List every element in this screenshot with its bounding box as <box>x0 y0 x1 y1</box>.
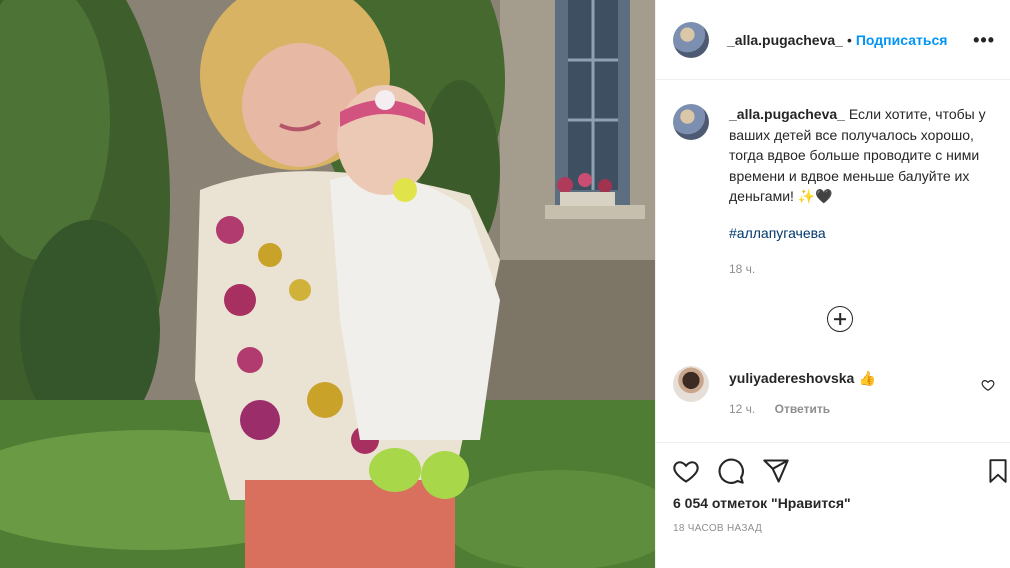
caption-avatar[interactable] <box>673 104 709 140</box>
post-photo[interactable] <box>0 0 655 568</box>
caption-username[interactable]: _alla.pugacheva_ <box>729 106 845 122</box>
save-bookmark-icon[interactable] <box>985 457 1010 485</box>
commenter-avatar[interactable] <box>673 366 709 402</box>
post-side-panel: _alla.pugacheva_ • Подписаться ••• _alla… <box>655 0 1010 568</box>
follow-button[interactable]: Подписаться <box>856 32 948 48</box>
caption-time: 18 ч. <box>729 262 756 276</box>
reply-button[interactable]: Ответить <box>775 402 830 416</box>
comment-item: yuliyadereshovska 👍 12 ч. Ответить <box>673 366 998 416</box>
comment-time: 12 ч. <box>729 402 756 416</box>
post-caption: _alla.pugacheva_ Если хотите, чтобы у ва… <box>673 104 998 280</box>
author-avatar[interactable] <box>673 21 709 58</box>
author-username[interactable]: _alla.pugacheva_ <box>727 32 843 48</box>
comment-body: yuliyadereshovska 👍 12 ч. Ответить <box>729 366 876 416</box>
photo-illustration <box>0 0 655 568</box>
caption-body: _alla.pugacheva_ Если хотите, чтобы у ва… <box>729 104 998 280</box>
comment-username[interactable]: yuliyadereshovska <box>729 370 854 386</box>
header-separator: • <box>846 31 852 48</box>
likes-count[interactable]: 6 054 отметок "Нравится" <box>673 495 851 511</box>
share-paper-plane-icon[interactable] <box>762 457 790 485</box>
comment-like-heart-icon[interactable] <box>981 378 995 392</box>
load-more-comments-icon[interactable] <box>827 306 853 332</box>
comment-bubble-icon[interactable] <box>717 457 745 485</box>
caption-hashtag[interactable]: #аллапугачева <box>729 223 998 244</box>
comment-text: 👍 <box>858 370 877 386</box>
post-actions: 6 054 отметок "Нравится" 18 ЧАСОВ НАЗАД <box>656 442 1010 568</box>
comment-meta: 12 ч. Ответить <box>729 402 876 416</box>
post-date: 18 ЧАСОВ НАЗАД <box>673 523 763 534</box>
post-header: _alla.pugacheva_ • Подписаться ••• <box>656 0 1010 80</box>
like-heart-icon[interactable] <box>672 457 700 485</box>
more-options-icon[interactable]: ••• <box>973 30 995 51</box>
